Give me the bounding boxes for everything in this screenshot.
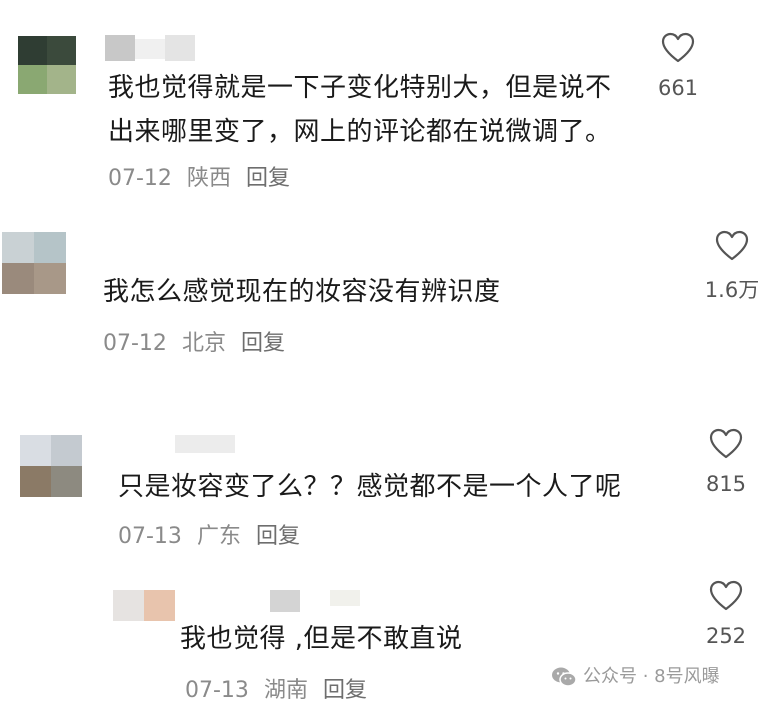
comment-text: 只是妆容变了么？？感觉都不是一个人了呢: [118, 472, 622, 502]
avatar[interactable]: [18, 36, 76, 94]
like-button[interactable]: 661: [638, 32, 718, 100]
heart-icon: [715, 230, 749, 261]
reply-button[interactable]: 回复: [246, 166, 290, 191]
comment-date: 07-13: [185, 678, 249, 703]
watermark-text: 公众号 · 8号风曝: [583, 666, 720, 687]
avatar[interactable]: [113, 590, 175, 621]
heart-icon: [709, 428, 743, 459]
comment-location: 北京: [181, 331, 226, 356]
comment-date: 07-13: [118, 524, 182, 549]
comment-location: 广东: [196, 524, 241, 549]
reply-button[interactable]: 回复: [323, 678, 367, 703]
comment-meta: 07-12 陕西 回复: [108, 160, 298, 192]
like-button[interactable]: 815: [686, 428, 766, 496]
comment-meta: 07-13 广东 回复: [118, 518, 308, 550]
heart-icon: [709, 580, 743, 611]
comment-text: 我也觉得 ,但是不敢直说: [180, 624, 463, 654]
reply-button[interactable]: 回复: [241, 331, 285, 356]
reply-button[interactable]: 回复: [256, 524, 300, 549]
username[interactable]: [175, 435, 235, 453]
like-count: 252: [705, 624, 747, 648]
comment-text: 我也觉得就是一下子变化特别大，但是说不 出来哪里变了，网上的评论都在说微调了。: [108, 73, 612, 147]
like-count: 661: [657, 76, 699, 100]
username[interactable]: [105, 35, 200, 61]
heart-icon: [661, 32, 695, 63]
like-button[interactable]: 252: [686, 580, 766, 648]
like-count: 1.6万: [704, 278, 760, 302]
like-count: 815: [705, 472, 747, 496]
avatar[interactable]: [20, 435, 82, 497]
comment-meta: 07-13 湖南 回复: [185, 672, 375, 704]
comment-meta: 07-12 北京 回复: [103, 325, 293, 357]
comment-text: 我怎么感觉现在的妆容没有辨识度: [103, 277, 501, 307]
comment-date: 07-12: [108, 166, 172, 191]
comment-location: 湖南: [263, 678, 308, 703]
avatar[interactable]: [2, 232, 66, 294]
watermark: 公众号 · 8号风曝: [551, 662, 720, 688]
like-button[interactable]: 1.6万: [692, 230, 772, 304]
comment-date: 07-12: [103, 331, 167, 356]
wechat-icon: [552, 667, 577, 687]
username[interactable]: [270, 590, 370, 612]
comment-location: 陕西: [186, 166, 231, 191]
